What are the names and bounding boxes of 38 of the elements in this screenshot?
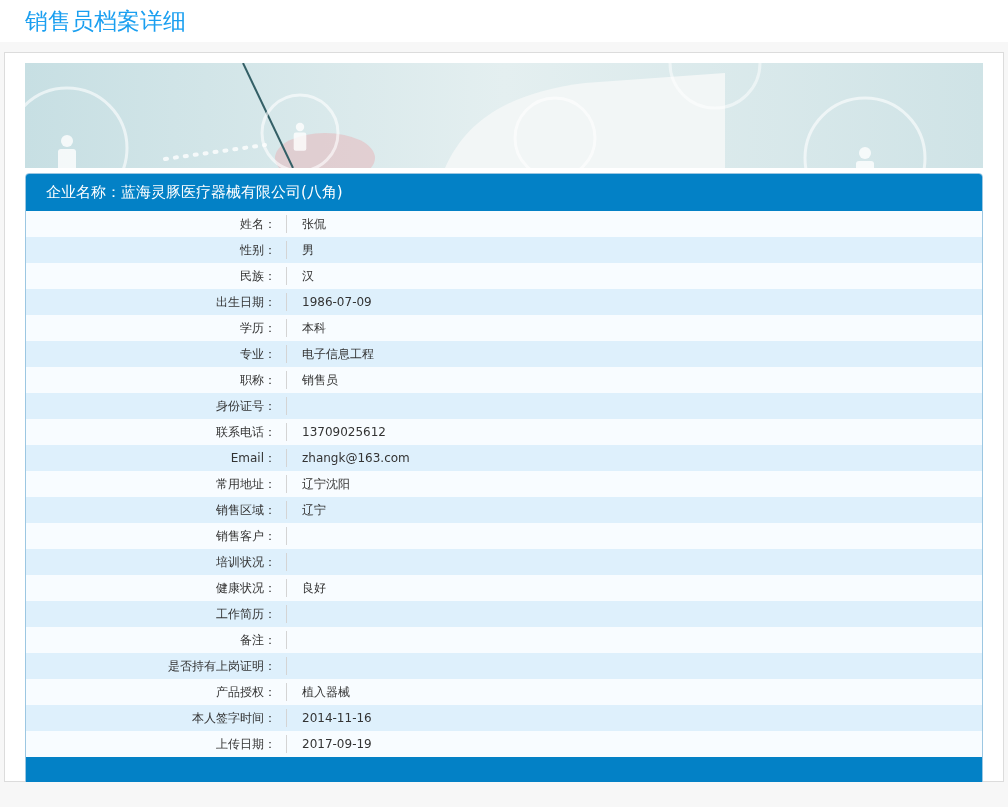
field-label: 培训状况：: [215, 553, 277, 571]
page-title: 销售员档案详细: [25, 6, 186, 36]
field-label: 出生日期：: [215, 293, 277, 311]
field-value: 电子信息工程: [302, 345, 374, 363]
field-label: 职称：: [239, 371, 277, 389]
card-header: 企业名称：蓝海灵豚医疗器械有限公司(八角): [26, 174, 982, 211]
field-label: 销售区域：: [215, 501, 277, 519]
field-value: 销售员: [302, 371, 338, 389]
field-label: 专业：: [239, 345, 277, 363]
field-label: 上传日期：: [215, 735, 277, 753]
field-value: 植入器械: [302, 683, 350, 701]
field-label: 民族：: [239, 267, 277, 285]
field-value: 汉: [302, 267, 314, 285]
field-label: Email：: [229, 449, 277, 467]
field-label: 姓名：: [239, 215, 277, 233]
field-value: 2017-09-19: [302, 737, 372, 751]
field-value: 本科: [302, 319, 326, 337]
field-value: 良好: [302, 579, 326, 597]
field-label: 是否持有上岗证明：: [167, 657, 277, 675]
field-value: 张侃: [302, 215, 326, 233]
field-value: zhangk@163.com: [302, 451, 410, 465]
field-label: 销售客户：: [215, 527, 277, 545]
field-label: 联系电话：: [215, 423, 277, 441]
field-label: 学历：: [239, 319, 277, 337]
field-label: 备注：: [239, 631, 277, 649]
field-value: 2014-11-16: [302, 711, 372, 725]
field-label: 性别：: [239, 241, 277, 259]
field-label: 工作简历：: [215, 605, 277, 623]
field-value: 辽宁沈阳: [302, 475, 350, 493]
field-label: 常用地址：: [215, 475, 277, 493]
field-value: 辽宁: [302, 501, 326, 519]
field-value: 1986-07-09: [302, 295, 372, 309]
field-value: 男: [302, 241, 314, 259]
field-label: 健康状况：: [215, 579, 277, 597]
field-value: 13709025612: [302, 425, 386, 439]
field-label: 本人签字时间：: [191, 709, 277, 727]
field-label: 产品授权：: [215, 683, 277, 701]
field-label: 身份证号：: [215, 397, 277, 415]
